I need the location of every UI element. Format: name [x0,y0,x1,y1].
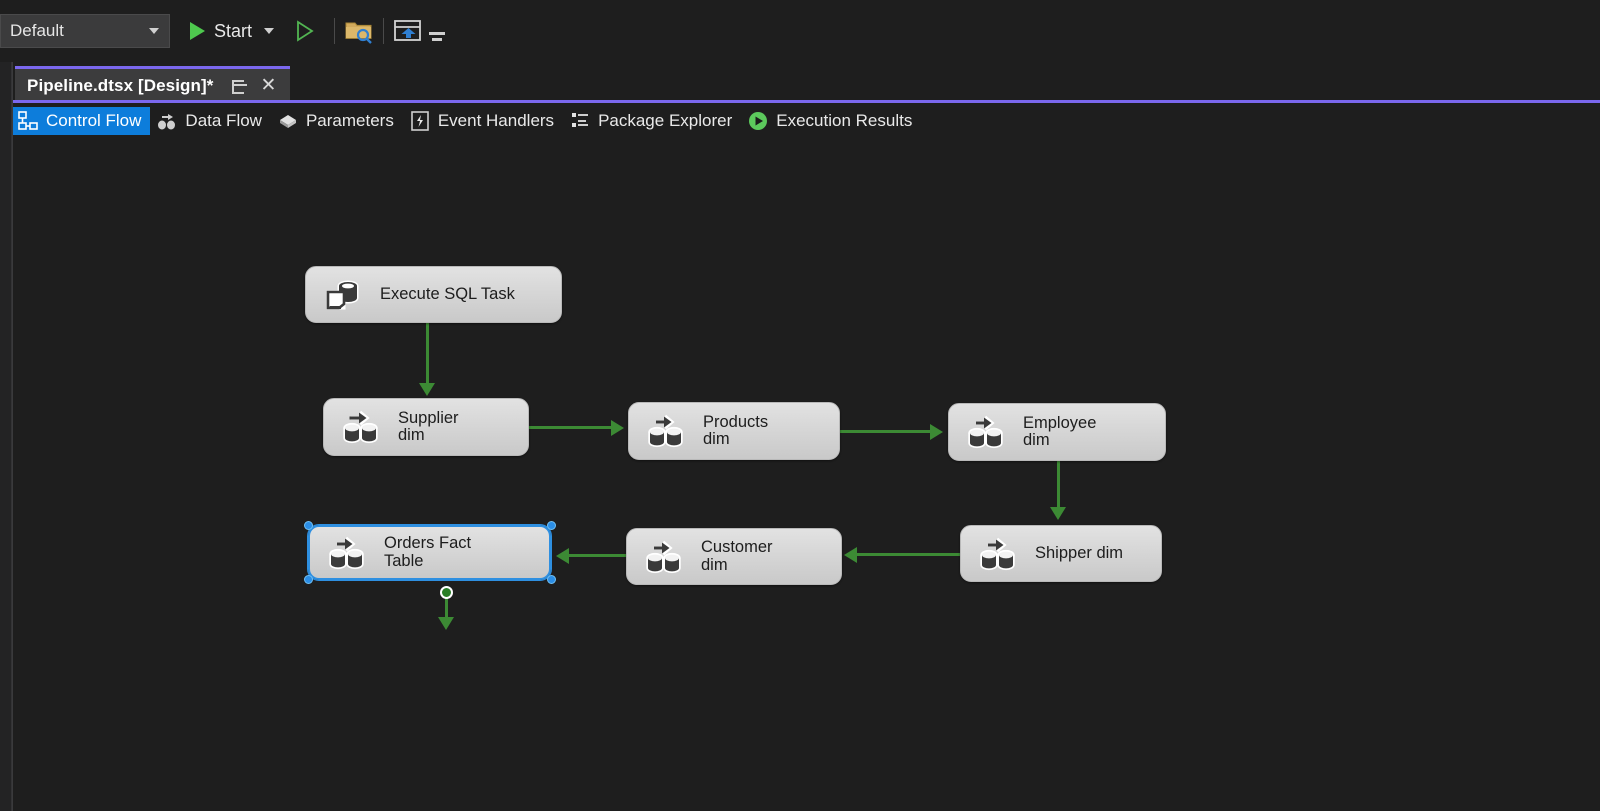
document-tab-accent-line [13,100,1600,103]
tab-data-flow-label: Data Flow [185,111,262,130]
tab-event-handlers[interactable]: Event Handlers [405,107,563,135]
attach-to-process-button[interactable] [292,19,316,43]
tab-control-flow[interactable]: Control Flow [13,107,151,135]
parameters-box-icon [277,110,299,132]
selection-handle-top-left[interactable] [304,521,313,530]
control-flow-icon [17,110,39,132]
start-dropdown-chevron-down-icon[interactable] [264,28,275,34]
node-employee-dim-label: Employee dim [1023,413,1097,449]
node-orders-fact-table-label: Orders Fact Table [384,534,472,570]
document-tabstrip: Pipeline.dtsx [Design]* ✕ [13,66,1600,102]
home-window-button[interactable] [393,18,423,44]
play-icon [190,22,205,40]
data-flow-task-icon [645,411,687,451]
node-supplier-dim[interactable]: Supplier dim [323,398,529,456]
edge-ordersfact-outgoing-arrowhead [438,617,454,630]
edge-executesql-to-supplier[interactable] [426,323,429,385]
edge-supplier-to-products[interactable] [529,426,613,429]
edge-employee-to-shipper-arrowhead [1050,507,1066,520]
node-shipper-dim-label: Shipper dim [1035,543,1124,562]
tab-control-flow-label: Control Flow [46,111,142,130]
package-explorer-icon [569,110,591,132]
data-flow-task-icon [965,412,1007,452]
node-products-dim[interactable]: Products dim [628,402,840,460]
ssis-designer-window: Default Start Pipeline.dtsx [Design]* ✕ … [0,0,1600,811]
designer-tabbar: Control Flow Data Flow Parameters Event … [13,105,923,137]
tab-event-handlers-label: Event Handlers [437,111,555,130]
tab-package-explorer[interactable]: Package Explorer [565,107,741,135]
execute-sql-task-icon [322,275,364,315]
selection-handle-top-right[interactable] [547,521,556,530]
node-customer-dim-label: Customer dim [701,538,773,574]
tab-parameters[interactable]: Parameters [273,107,403,135]
tab-package-explorer-label: Package Explorer [598,111,733,130]
node-execute-sql-task[interactable]: Execute SQL Task [305,266,562,323]
start-debug-button[interactable]: Start [190,11,252,51]
data-flow-task-icon [977,534,1019,574]
document-tab-pipeline[interactable]: Pipeline.dtsx [Design]* ✕ [15,66,291,102]
play-outline-icon [297,20,314,42]
edge-customer-to-ordersfact-arrowhead [556,548,569,564]
data-flow-task-icon [643,537,685,577]
event-handlers-icon [409,110,431,132]
solution-configuration-combo[interactable]: Default [0,14,170,48]
node-employee-dim[interactable]: Employee dim [948,403,1166,461]
selection-handle-bottom-right[interactable] [547,575,556,584]
window-home-icon [394,20,421,41]
data-flow-task-icon [326,533,368,573]
edge-supplier-to-products-arrowhead [611,420,624,436]
edge-products-to-employee-arrowhead [930,424,943,440]
execution-results-icon [747,110,769,132]
close-icon[interactable]: ✕ [261,76,277,95]
edge-executesql-to-supplier-arrowhead [419,383,435,396]
document-tab-title: Pipeline.dtsx [Design]* [27,75,214,95]
node-execute-sql-task-label: Execute SQL Task [380,284,515,303]
chevron-down-icon [149,28,159,34]
ordersfact-output-connector-dot[interactable] [440,586,453,599]
start-button-label: Start [214,20,253,41]
data-flow-task-icon [340,407,382,447]
solution-configuration-value: Default [10,21,64,40]
node-customer-dim[interactable]: Customer dim [626,528,842,585]
selection-handle-bottom-left[interactable] [304,575,313,584]
edge-shipper-to-customer-arrowhead [844,547,857,563]
edge-employee-to-shipper[interactable] [1057,461,1060,509]
edge-products-to-employee[interactable] [840,430,932,433]
tab-execution-results-label: Execution Results [776,111,913,130]
toolbar-separator [334,18,336,44]
folder-search-icon [345,22,372,44]
edge-shipper-to-customer[interactable] [856,553,962,556]
control-flow-canvas[interactable]: Execute SQL Task Supplier dim Products d… [13,140,1600,811]
toolbar-separator-2 [383,18,385,44]
node-products-dim-label: Products dim [703,412,769,448]
node-supplier-dim-label: Supplier dim [398,408,459,444]
data-flow-icon [156,110,178,132]
left-rail-strip [0,62,12,811]
edge-customer-to-ordersfact[interactable] [568,554,630,557]
tab-data-flow[interactable]: Data Flow [152,107,271,135]
node-orders-fact-table[interactable]: Orders Fact Table [308,525,551,580]
browse-solution-button[interactable] [344,18,374,44]
toolbar-overflow-icon[interactable] [429,31,446,41]
tab-parameters-label: Parameters [305,111,394,130]
node-shipper-dim[interactable]: Shipper dim [960,525,1162,582]
pin-icon[interactable] [230,77,247,94]
main-toolbar: Default Start [0,0,1600,62]
tab-execution-results[interactable]: Execution Results [743,107,921,135]
